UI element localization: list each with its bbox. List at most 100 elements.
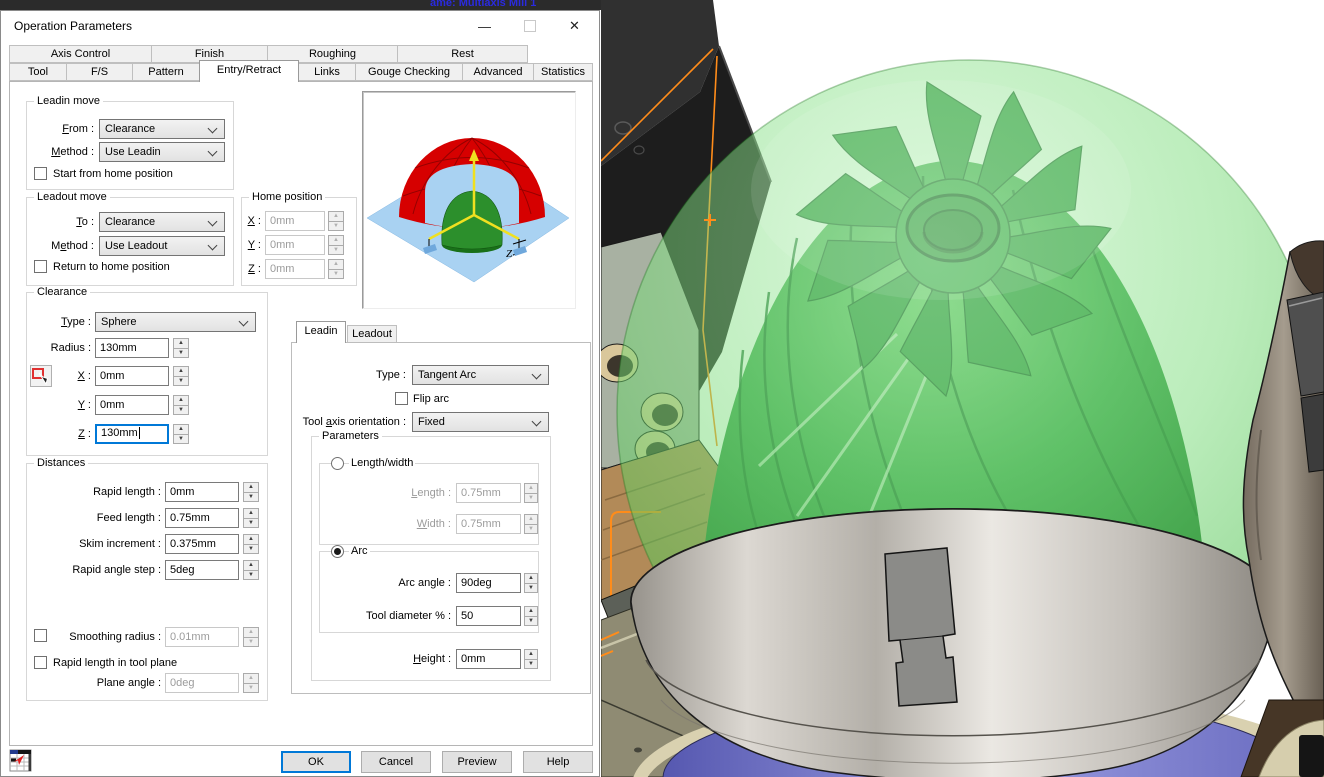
leadin-method-select[interactable]: Use Leadin <box>99 142 225 162</box>
start-from-home-label: Start from home position <box>53 168 173 180</box>
rapid-angle-step-input[interactable]: 5deg <box>165 560 239 580</box>
tab-axis-control[interactable]: Axis Control <box>9 45 152 63</box>
tab-links[interactable]: Links <box>298 63 356 81</box>
tab-gouge-checking[interactable]: Gouge Checking <box>355 63 463 81</box>
smoothing-radius-checkbox[interactable] <box>34 629 47 642</box>
length-input[interactable]: 0.75mm <box>456 483 521 503</box>
spin-down[interactable]: ▼ <box>243 683 259 694</box>
height-spinner[interactable]: ▲▼ <box>524 649 538 669</box>
spin-down[interactable]: ▼ <box>173 348 189 359</box>
tool-axis-orientation-select[interactable]: Fixed <box>412 412 549 432</box>
plane-angle-input[interactable]: 0deg <box>165 673 239 693</box>
radius-spinner[interactable]: ▲▼ <box>173 338 189 358</box>
close-button[interactable]: ✕ <box>552 11 597 41</box>
spin-down[interactable]: ▼ <box>243 492 259 503</box>
smoothing-radius-input[interactable]: 0.01mm <box>165 627 239 647</box>
tool-diameter-input[interactable]: 50 <box>456 606 521 626</box>
chevron-down-icon <box>239 317 249 327</box>
ok-button[interactable]: OK <box>281 751 351 773</box>
spin-down[interactable]: ▼ <box>328 221 344 232</box>
home-x-input[interactable]: 0mm <box>265 211 325 231</box>
tab-statistics[interactable]: Statistics <box>533 63 593 81</box>
spin-down[interactable]: ▼ <box>243 570 259 581</box>
spin-down[interactable]: ▼ <box>173 376 189 387</box>
help-button[interactable]: Help <box>523 751 593 773</box>
start-from-home-checkbox[interactable] <box>34 167 47 180</box>
clearance-x-input[interactable]: 0mm <box>95 366 169 386</box>
clearance-type-select[interactable]: Sphere <box>95 312 256 332</box>
spin-down[interactable]: ▼ <box>524 493 538 504</box>
background-window-titlebar: ame: Multiaxis Mill 1 <box>0 0 601 10</box>
length-spinner[interactable]: ▲▼ <box>524 483 538 503</box>
leadout-method-select[interactable]: Use Leadout <box>99 236 225 256</box>
tab-rest[interactable]: Rest <box>397 45 528 63</box>
preview-button[interactable]: Preview <box>442 751 512 773</box>
return-to-home-checkbox[interactable] <box>34 260 47 273</box>
clearance-y-spinner[interactable]: ▲▼ <box>173 395 189 415</box>
spin-down[interactable]: ▼ <box>243 518 259 529</box>
home-z-input[interactable]: 0mm <box>265 259 325 279</box>
arc-angle-input[interactable]: 90deg <box>456 573 521 593</box>
subtab-leadin[interactable]: Leadin <box>296 321 346 343</box>
tool-diameter-label: Tool diameter % : <box>335 610 451 622</box>
tab-pattern[interactable]: Pattern <box>132 63 200 81</box>
feed-length-spinner[interactable]: ▲▼ <box>243 508 259 528</box>
rapid-length-input[interactable]: 0mm <box>165 482 239 502</box>
radius-input[interactable]: 130mm <box>95 338 169 358</box>
arc-radio[interactable] <box>331 545 344 558</box>
feed-length-input[interactable]: 0.75mm <box>165 508 239 528</box>
spin-down[interactable]: ▼ <box>173 405 189 416</box>
tab-fs[interactable]: F/S <box>66 63 133 81</box>
skim-increment-spinner[interactable]: ▲▼ <box>243 534 259 554</box>
plane-angle-spinner[interactable]: ▲▼ <box>243 673 259 693</box>
rapid-length-spinner[interactable]: ▲▼ <box>243 482 259 502</box>
tab-tool[interactable]: Tool <box>9 63 67 81</box>
length-width-radio[interactable] <box>331 457 344 470</box>
smoothing-radius-spinner[interactable]: ▲▼ <box>243 627 259 647</box>
tab-entry-retract[interactable]: Entry/Retract <box>199 60 299 82</box>
tool-diameter-spinner[interactable]: ▲▼ <box>524 606 538 626</box>
flip-arc-label: Flip arc <box>413 393 449 405</box>
flip-arc-checkbox[interactable] <box>395 392 408 405</box>
spin-down[interactable]: ▼ <box>243 544 259 555</box>
table-tool-icon[interactable] <box>9 748 34 773</box>
spin-down[interactable]: ▼ <box>243 637 259 648</box>
clearance-x-spinner[interactable]: ▲▼ <box>173 366 189 386</box>
home-y-input[interactable]: 0mm <box>265 235 325 255</box>
spin-down[interactable]: ▼ <box>328 269 344 280</box>
3d-viewport[interactable] <box>601 0 1324 777</box>
leadout-to-select[interactable]: Clearance <box>99 212 225 232</box>
height-input[interactable]: 0mm <box>456 649 521 669</box>
home-x-spinner[interactable]: ▲▼ <box>328 211 344 231</box>
spin-down[interactable]: ▼ <box>328 245 344 256</box>
clearance-z-spinner[interactable]: ▲▼ <box>173 424 189 444</box>
subtab-leadout[interactable]: Leadout <box>347 325 397 343</box>
arc-angle-spinner[interactable]: ▲▼ <box>524 573 538 593</box>
home-y-spinner[interactable]: ▲▼ <box>328 235 344 255</box>
home-z-spinner[interactable]: ▲▼ <box>328 259 344 279</box>
tab-advanced[interactable]: Advanced <box>462 63 534 81</box>
leadin-type-select[interactable]: Tangent Arc <box>412 365 549 385</box>
home-position-legend: Home position <box>249 191 325 203</box>
spin-down[interactable]: ▼ <box>524 616 538 627</box>
width-input[interactable]: 0.75mm <box>456 514 521 534</box>
rapid-length-tool-plane-checkbox[interactable] <box>34 656 47 669</box>
skim-increment-input[interactable]: 0.375mm <box>165 534 239 554</box>
pick-point-button[interactable] <box>30 365 52 387</box>
spin-down[interactable]: ▼ <box>524 659 538 670</box>
maximize-button[interactable] <box>507 11 552 41</box>
rapid-angle-step-spinner[interactable]: ▲▼ <box>243 560 259 580</box>
cancel-button[interactable]: Cancel <box>361 751 431 773</box>
leadin-from-select[interactable]: Clearance <box>99 119 225 139</box>
from-label: From : <box>26 123 94 135</box>
clearance-z-input[interactable]: 130mm <box>95 424 169 444</box>
spin-down[interactable]: ▼ <box>524 583 538 594</box>
clearance-preview-image: Z <box>362 91 576 309</box>
minimize-button[interactable]: — <box>462 11 507 41</box>
feed-length-label: Feed length : <box>26 512 161 524</box>
clearance-y-input[interactable]: 0mm <box>95 395 169 415</box>
spin-down[interactable]: ▼ <box>524 524 538 535</box>
spin-down[interactable]: ▼ <box>173 434 189 445</box>
width-spinner[interactable]: ▲▼ <box>524 514 538 534</box>
close-icon: ✕ <box>569 18 580 34</box>
